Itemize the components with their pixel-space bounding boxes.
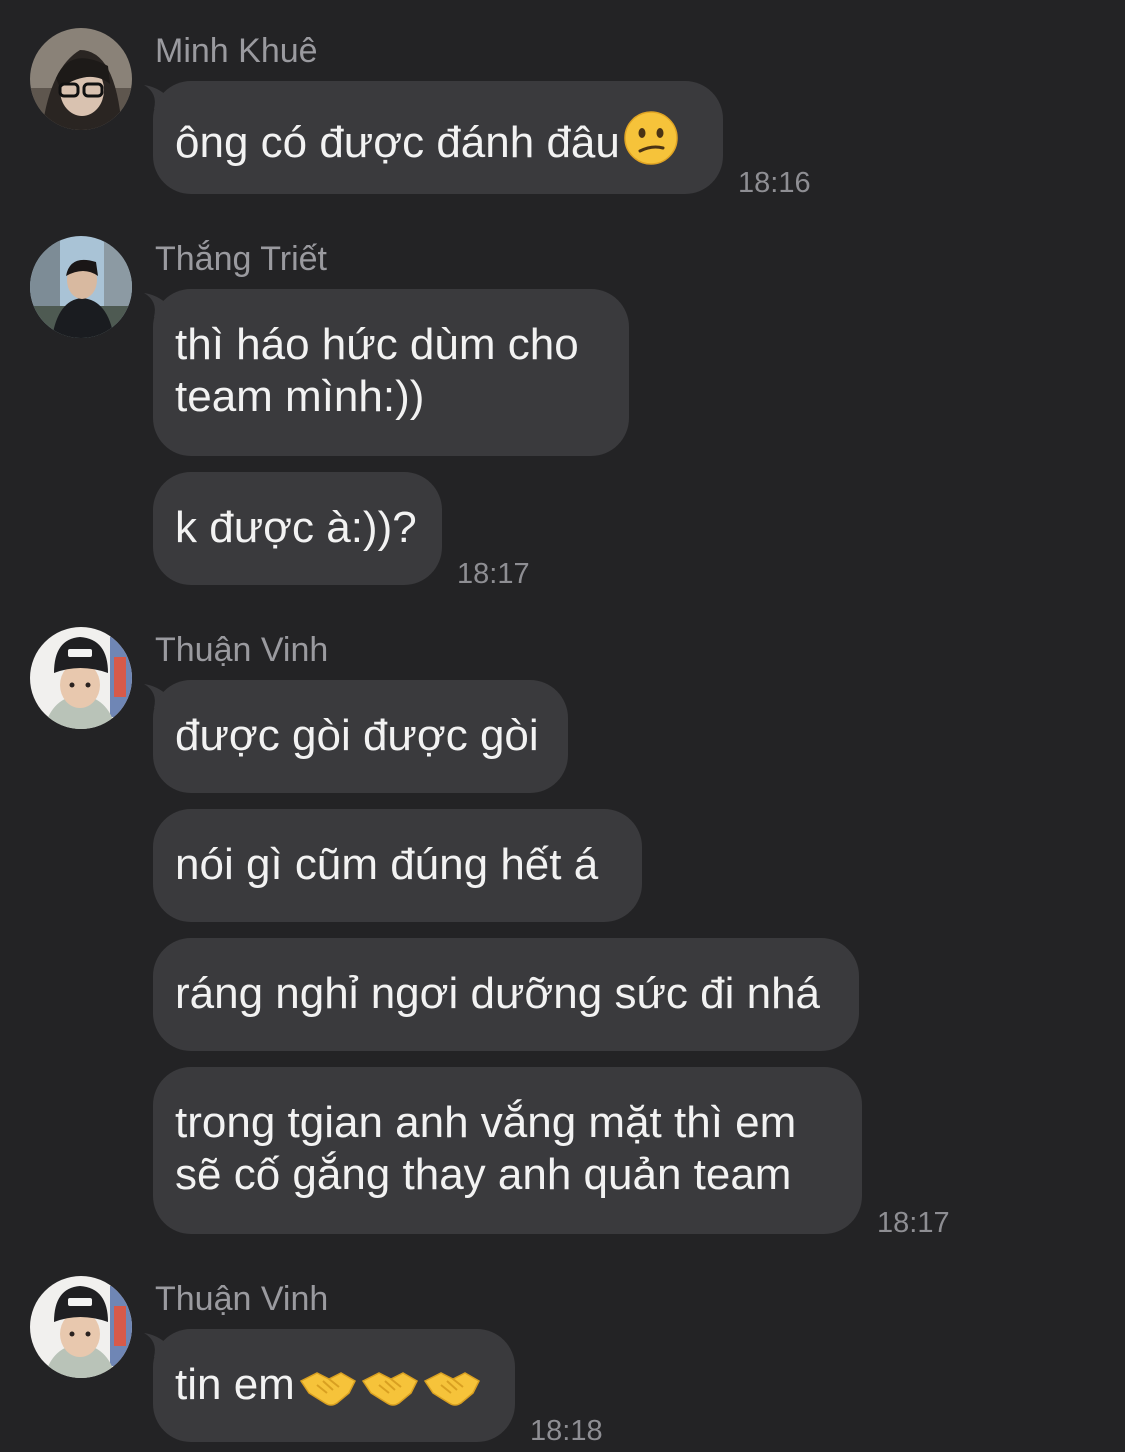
timestamp: 18:18	[530, 1415, 603, 1447]
avatar-thuan-vinh[interactable]	[30, 1276, 132, 1378]
timestamp: 18:16	[738, 167, 811, 199]
timestamp: 18:17	[457, 558, 530, 590]
message-bubble[interactable]: thì háo hức dùm cho team mình:))	[153, 289, 629, 456]
message-bubble[interactable]: tin em	[153, 1329, 515, 1442]
message-bubble[interactable]: trong tgian anh vắng mặt thì em sẽ cố gắ…	[153, 1067, 862, 1234]
message-bubble[interactable]: được gòi được gòi	[153, 680, 568, 793]
avatar-thang-triet[interactable]	[30, 236, 132, 338]
timestamp: 18:17	[877, 1207, 950, 1239]
sender-name: Minh Khuê	[155, 32, 318, 70]
message-bubble[interactable]: ráng nghỉ ngơi dưỡng sức đi nhá	[153, 938, 859, 1051]
sender-name: Thuận Vinh	[155, 631, 329, 669]
message-line: trong tgian anh vắng mặt thì em	[175, 1098, 797, 1147]
avatar-minh-khue[interactable]	[30, 28, 132, 130]
message-text: tin em	[175, 1360, 295, 1409]
message-bubble[interactable]: ông có được đánh đâu	[153, 81, 723, 194]
message-line: thì háo hức dùm cho	[175, 320, 579, 369]
message-bubble[interactable]: nói gì cũm đúng hết á	[153, 809, 642, 922]
message-text: được gòi được gòi	[175, 711, 539, 760]
sender-name: Thuận Vinh	[155, 1280, 329, 1318]
message-bubble[interactable]: k được à:))?	[153, 472, 442, 585]
message-line: sẽ cố gắng thay anh quản team	[175, 1150, 792, 1199]
message-text: k được à:))?	[175, 503, 417, 552]
confused-face-icon	[624, 111, 678, 165]
handshake-icon	[299, 1372, 356, 1406]
message-line: team mình:))	[175, 372, 425, 421]
message-text: ông có được đánh đâu	[175, 118, 620, 167]
handshake-icon	[361, 1372, 418, 1406]
handshake-icon	[423, 1372, 480, 1406]
avatar-thuan-vinh[interactable]	[30, 627, 132, 729]
chat-thread: Minh Khuê ông có được đánh đâu 18:16 Thắ…	[0, 0, 1125, 1452]
message-text: nói gì cũm đúng hết á	[175, 840, 599, 889]
sender-name: Thắng Triết	[155, 240, 327, 278]
message-text: ráng nghỉ ngơi dưỡng sức đi nhá	[175, 969, 821, 1018]
